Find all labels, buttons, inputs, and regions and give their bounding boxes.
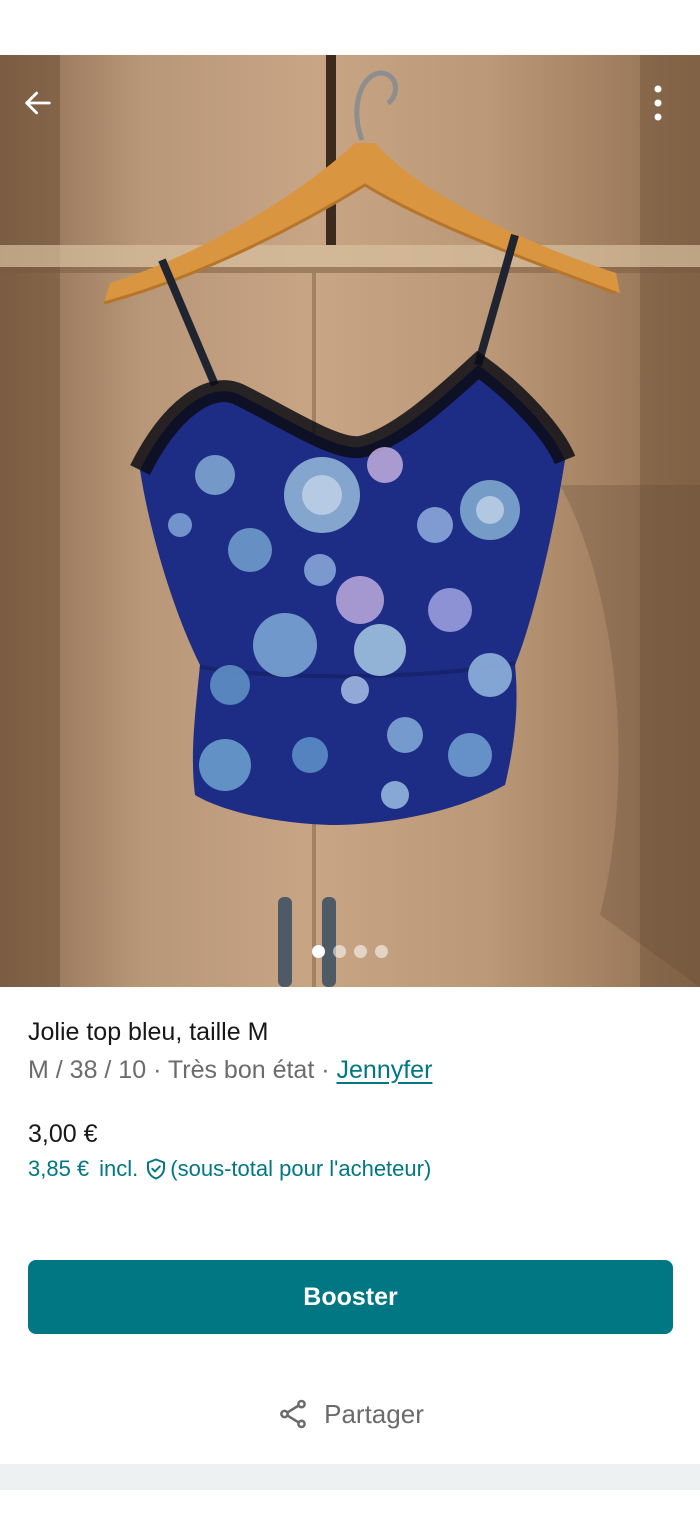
item-price: 3,00 € bbox=[28, 1120, 98, 1148]
item-brand-link[interactable]: Jennyfer bbox=[337, 1056, 433, 1084]
meta-separator: · bbox=[321, 1056, 330, 1084]
incl-note: (sous-total pour l'acheteur) bbox=[170, 1156, 432, 1181]
meta-separator: · bbox=[153, 1056, 162, 1084]
back-button[interactable] bbox=[18, 83, 58, 123]
booster-button[interactable]: Booster bbox=[28, 1260, 673, 1334]
share-button[interactable]: Partager bbox=[0, 1390, 700, 1438]
product-image-gallery[interactable] bbox=[0, 55, 700, 987]
arrow-left-icon bbox=[25, 91, 51, 115]
buyer-price: 3,85 € bbox=[28, 1156, 90, 1181]
pagination-dot[interactable] bbox=[375, 945, 388, 958]
item-condition: Très bon état bbox=[167, 1056, 315, 1084]
more-vertical-icon bbox=[654, 85, 662, 121]
status-bar-area bbox=[0, 0, 700, 55]
item-title: Jolie top bleu, taille M bbox=[28, 1018, 269, 1046]
share-icon bbox=[280, 1399, 307, 1429]
more-options-button[interactable] bbox=[640, 81, 676, 125]
section-divider bbox=[0, 1464, 700, 1490]
item-meta: M / 38 / 10 · Très bon état · Jennyfer bbox=[28, 1056, 432, 1085]
pagination-dot[interactable] bbox=[333, 945, 346, 958]
pagination-dot[interactable] bbox=[354, 945, 367, 958]
pagination-dot-active[interactable] bbox=[312, 945, 325, 958]
gallery-pagination bbox=[0, 945, 700, 958]
buyer-price-info[interactable]: 3,85 € incl. (sous-total pour l'acheteur… bbox=[28, 1156, 431, 1182]
item-size: M / 38 / 10 bbox=[28, 1056, 147, 1084]
shield-check-icon bbox=[144, 1157, 168, 1181]
incl-label: incl. bbox=[99, 1156, 139, 1181]
product-photo bbox=[0, 55, 700, 987]
share-label: Partager bbox=[324, 1398, 424, 1429]
